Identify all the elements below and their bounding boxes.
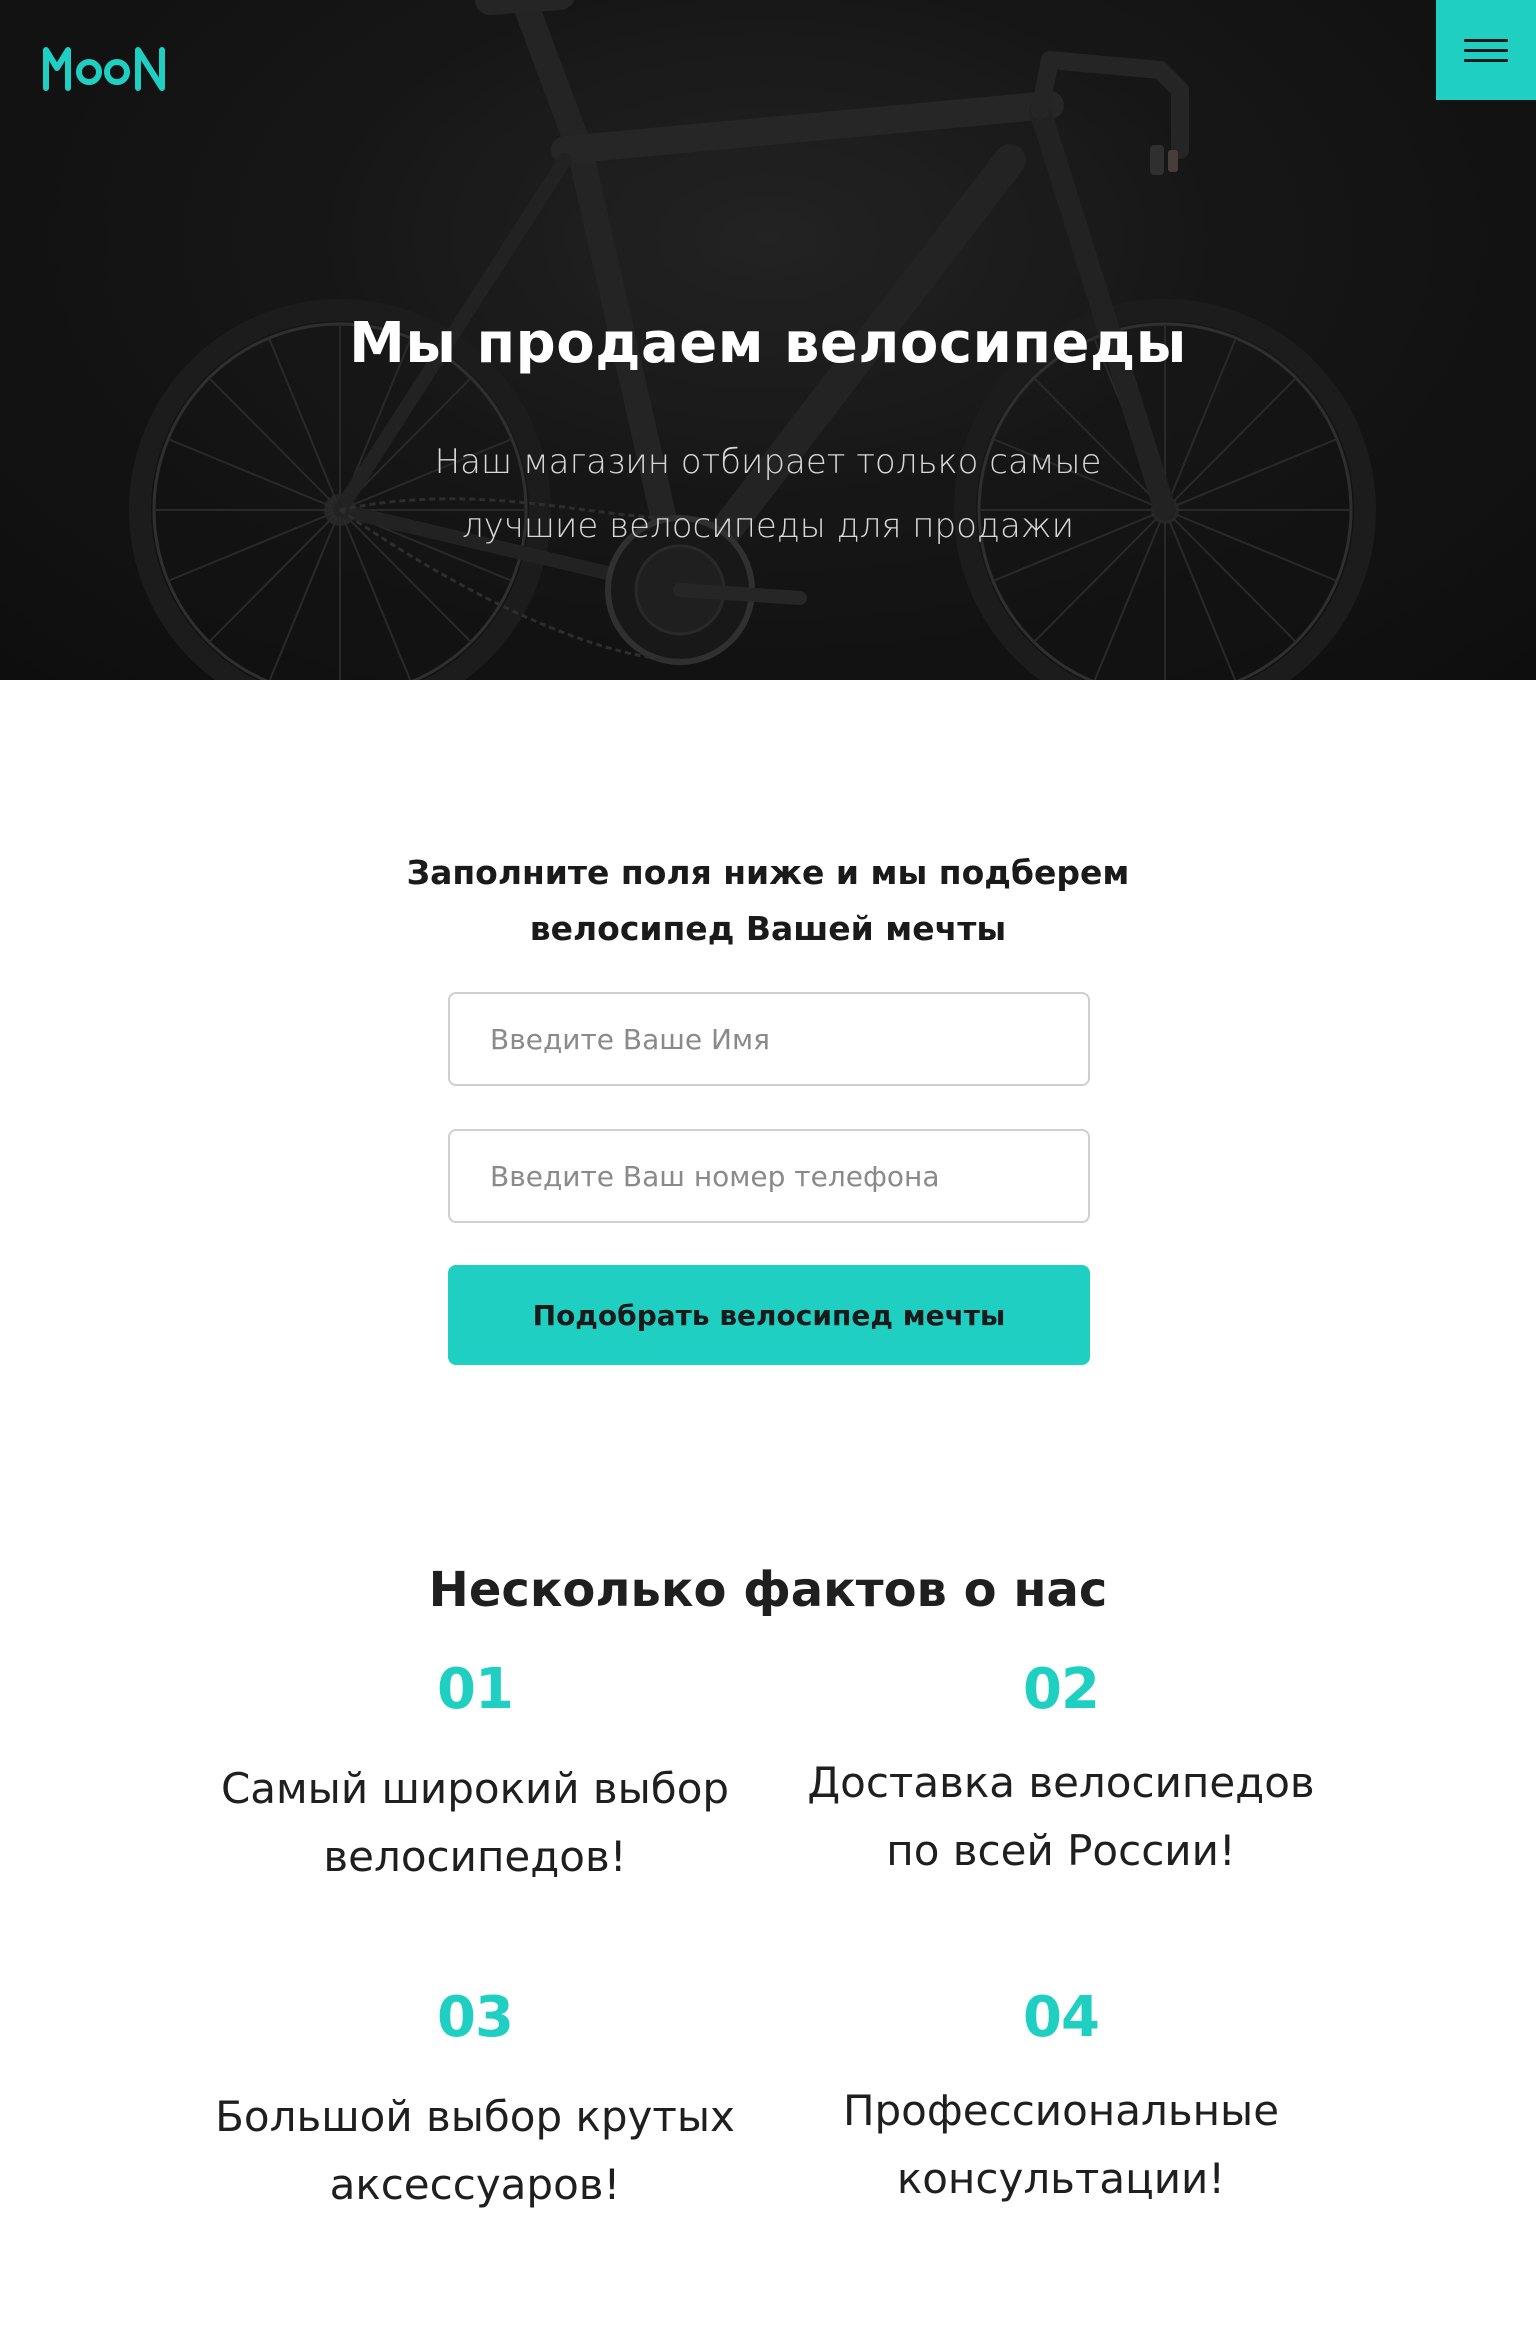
landing-page: Мы продаем велосипеды Наш магазин отбира… <box>0 0 1536 2333</box>
fact-number: 01 <box>437 1657 514 1722</box>
fact-item: 01 Самый широкий выбор велосипедов! <box>195 1655 755 1891</box>
phone-input[interactable] <box>448 1129 1090 1223</box>
hero-subtitle: Наш магазин отбирает только самые лучшие… <box>434 442 1102 546</box>
submit-button[interactable]: Подобрать велосипед мечты <box>448 1265 1090 1365</box>
name-input[interactable] <box>448 992 1090 1086</box>
fact-item: 03 Большой выбор крутых аксессуаров! <box>195 1983 755 2219</box>
fact-text: Доставка велосипедов по всей России! <box>807 1758 1315 1875</box>
hamburger-menu-icon-line <box>1464 59 1508 62</box>
fact-number: 02 <box>1023 1657 1100 1722</box>
hamburger-menu-button[interactable] <box>1436 0 1536 100</box>
hero-title: Мы продаем велосипеды <box>349 310 1187 376</box>
fact-text: Большой выбор крутых аксессуаров! <box>215 2092 735 2209</box>
fact-number: 04 <box>1023 1985 1100 2050</box>
fact-number: 03 <box>437 1985 514 2050</box>
fact-item: 04 Профессиональные консультации! <box>781 1983 1341 2213</box>
form-heading: Заполните поля ниже и мы подберем велоси… <box>406 853 1130 949</box>
hamburger-menu-icon-line <box>1464 49 1508 52</box>
fact-text: Профессиональные консультации! <box>842 2086 1280 2203</box>
fact-item: 02 Доставка велосипедов по всей России! <box>781 1655 1341 1885</box>
hero-section: Мы продаем велосипеды Наш магазин отбира… <box>0 0 1536 680</box>
facts-heading: Несколько фактов о нас <box>428 1561 1108 1618</box>
hamburger-menu-icon-line <box>1464 39 1508 42</box>
fact-text: Самый широкий выбор велосипедов! <box>220 1764 730 1881</box>
moon-logo[interactable] <box>42 44 182 92</box>
